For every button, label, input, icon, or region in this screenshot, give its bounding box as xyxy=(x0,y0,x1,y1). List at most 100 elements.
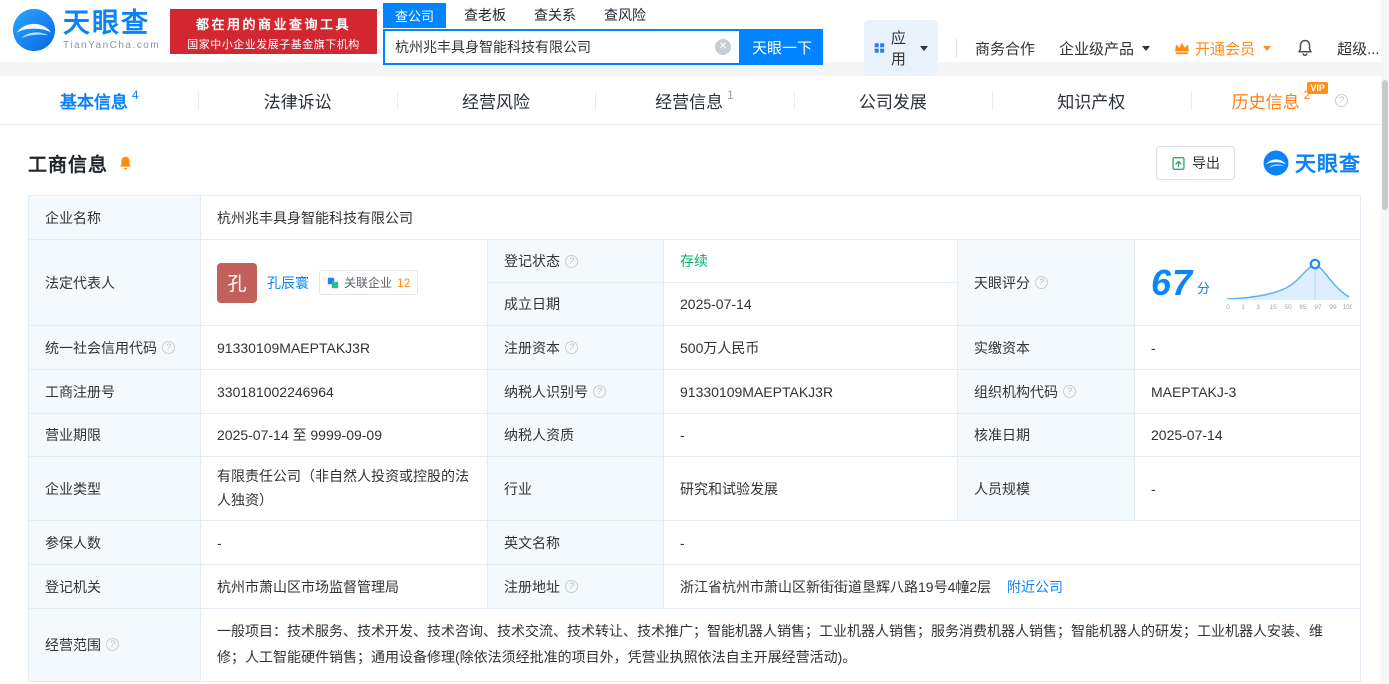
clear-icon[interactable] xyxy=(715,39,731,55)
scrollbar-thumb[interactable] xyxy=(1382,80,1388,210)
watermark-logo: 天眼查 xyxy=(1263,148,1361,178)
field-label-company-type: 企业类型 xyxy=(28,456,201,521)
help-icon[interactable] xyxy=(162,341,175,354)
legal-rep-avatar[interactable]: 孔 xyxy=(217,262,257,303)
search-tab-risk[interactable]: 查风险 xyxy=(604,5,646,25)
field-value-company-name: 杭州兆丰具身智能科技有限公司 xyxy=(200,195,1361,240)
section-header: 工商信息 导出 天眼查 xyxy=(0,131,1389,195)
legal-rep-link[interactable]: 孔辰寰 xyxy=(267,273,309,293)
svg-text:3: 3 xyxy=(1256,304,1260,311)
field-label-reg-status: 登记状态 xyxy=(487,239,664,283)
tab-operation-risk[interactable]: 经营风险 xyxy=(396,76,595,124)
field-value-score[interactable]: 67 分 0 1 3 15 50 85 97 99 100 xyxy=(1134,239,1361,326)
field-value-taxpayer-quality: - xyxy=(663,413,958,457)
field-value-reg-address: 浙江省杭州市萧山区新街街道垦辉八路19号4幢2层 附近公司 xyxy=(663,564,1361,609)
svg-text:50: 50 xyxy=(1284,304,1292,311)
tianyancha-logo[interactable]: 天眼查 TianYanCha.com xyxy=(12,8,160,52)
field-value-english-name: - xyxy=(663,520,1361,565)
tianyancha-company-page: 天眼查 TianYanCha.com 都在用的商业查询工具 国家中小企业发展子基… xyxy=(0,0,1389,684)
tab-operation-info[interactable]: 经营信息 1 xyxy=(595,76,793,124)
chevron-down-icon xyxy=(920,45,929,51)
search-tab-relation[interactable]: 查关系 xyxy=(534,5,576,25)
company-detail-tabs: 基本信息 4 法律诉讼 经营风险 经营信息 1 公司发展 知识产权 历史信息 2 VIP xyxy=(0,76,1389,125)
score-value: 67 xyxy=(1151,261,1194,303)
svg-text:97: 97 xyxy=(1314,304,1322,311)
search-area: 查公司 查老板 查关系 查风险 天眼一下 xyxy=(383,2,823,65)
apps-menu[interactable]: 应用 xyxy=(864,20,939,76)
help-icon[interactable] xyxy=(106,638,119,652)
tab-history-info[interactable]: 历史信息 2 VIP xyxy=(1190,76,1389,124)
svg-text:1: 1 xyxy=(1241,304,1245,311)
field-value-business-term: 2025-07-14 至 9999-09-09 xyxy=(200,413,488,457)
notifications-button[interactable] xyxy=(1295,38,1315,58)
field-label-establish-date: 成立日期 xyxy=(487,282,664,326)
help-icon[interactable] xyxy=(565,580,578,593)
tab-intellectual-property[interactable]: 知识产权 xyxy=(992,76,1190,124)
svg-text:100: 100 xyxy=(1343,304,1352,311)
field-label-staff-size: 人员规模 xyxy=(957,456,1135,521)
user-account[interactable]: 超级... xyxy=(1337,38,1380,59)
field-value-reg-authority: 杭州市萧山区市场监督管理局 xyxy=(200,564,488,609)
crown-icon xyxy=(1175,42,1190,55)
nearby-companies-link[interactable]: 附近公司 xyxy=(1007,579,1063,595)
business-cooperation-link[interactable]: 商务合作 xyxy=(975,38,1035,59)
field-value-company-type: 有限责任公司（非自然人投资或控股的法人独资） xyxy=(200,456,488,521)
tab-company-development[interactable]: 公司发展 xyxy=(793,76,992,124)
field-label-industry: 行业 xyxy=(487,456,664,521)
open-vip-menu[interactable]: 开通会员 xyxy=(1174,38,1272,59)
export-button[interactable]: 导出 xyxy=(1156,146,1235,180)
svg-text:99: 99 xyxy=(1329,304,1337,311)
svg-text:85: 85 xyxy=(1299,304,1307,311)
related-companies-tag[interactable]: 关联企业 12 xyxy=(319,270,419,295)
divider xyxy=(956,39,958,57)
help-icon[interactable] xyxy=(1063,385,1076,398)
svg-text:0: 0 xyxy=(1226,304,1230,311)
help-icon[interactable] xyxy=(565,254,578,268)
score-unit: 分 xyxy=(1197,281,1211,296)
tianyancha-logo-icon xyxy=(12,8,56,52)
field-value-org-code: MAEPTAKJ-3 xyxy=(1134,369,1361,414)
page-scrollbar[interactable] xyxy=(1381,0,1389,684)
field-value-legal-rep: 孔 孔辰寰 关联企业 12 xyxy=(200,239,488,326)
related-companies-icon xyxy=(327,277,339,288)
field-label-taxpayer-id: 纳税人识别号 xyxy=(487,369,664,414)
field-value-business-scope: 一般项目：技术服务、技术开发、技术咨询、技术交流、技术转让、技术推广；智能机器人… xyxy=(200,608,1361,682)
search-input[interactable] xyxy=(395,39,715,55)
slogan-line2: 国家中小企业发展子基金旗下机构 xyxy=(187,39,360,51)
slogan-banner: 都在用的商业查询工具 国家中小企业发展子基金旗下机构 xyxy=(170,9,377,54)
search-button[interactable]: 天眼一下 xyxy=(741,29,823,65)
help-icon[interactable] xyxy=(1035,276,1048,289)
tab-basic-info[interactable]: 基本信息 4 xyxy=(0,76,198,124)
vip-badge: VIP xyxy=(1307,82,1328,94)
slogan-line1: 都在用的商业查询工具 xyxy=(195,17,351,32)
top-header: 天眼查 TianYanCha.com 都在用的商业查询工具 国家中小企业发展子基… xyxy=(0,0,1389,76)
field-label-approval-date: 核准日期 xyxy=(957,413,1135,457)
chevron-down-icon xyxy=(1142,45,1151,51)
field-label-reg-address: 注册地址 xyxy=(487,564,664,609)
status-badge: 存续 xyxy=(680,253,708,269)
help-icon[interactable] xyxy=(593,385,606,398)
section-title: 工商信息 xyxy=(28,154,109,176)
tab-legal-proceedings[interactable]: 法律诉讼 xyxy=(198,76,396,124)
enterprise-products-menu[interactable]: 企业级产品 xyxy=(1059,38,1151,59)
bell-icon xyxy=(1298,39,1312,57)
field-value-staff-size: - xyxy=(1134,456,1361,521)
field-label-legal-rep: 法定代表人 xyxy=(28,239,201,326)
monitor-bell-button[interactable] xyxy=(117,155,134,172)
help-icon[interactable] xyxy=(1334,93,1348,107)
field-value-industry: 研究和试验发展 xyxy=(663,456,958,521)
field-label-reg-capital: 注册资本 xyxy=(487,325,664,370)
field-value-reg-status: 存续 xyxy=(663,239,958,283)
search-input-box xyxy=(383,29,741,65)
orange-bell-icon xyxy=(120,156,131,170)
help-icon[interactable] xyxy=(565,341,578,354)
search-tab-company[interactable]: 查公司 xyxy=(383,2,447,28)
field-value-insured-count: - xyxy=(200,520,488,565)
watermark-brand: 天眼查 xyxy=(1295,153,1361,176)
field-label-taxpayer-quality: 纳税人资质 xyxy=(487,413,664,457)
field-label-insured-count: 参保人数 xyxy=(28,520,201,565)
brand-name: 天眼查 xyxy=(63,7,150,38)
field-label-reg-number: 工商注册号 xyxy=(28,369,201,414)
field-value-reg-capital: 500万人民币 xyxy=(663,325,958,370)
search-tab-boss[interactable]: 查老板 xyxy=(464,5,506,25)
